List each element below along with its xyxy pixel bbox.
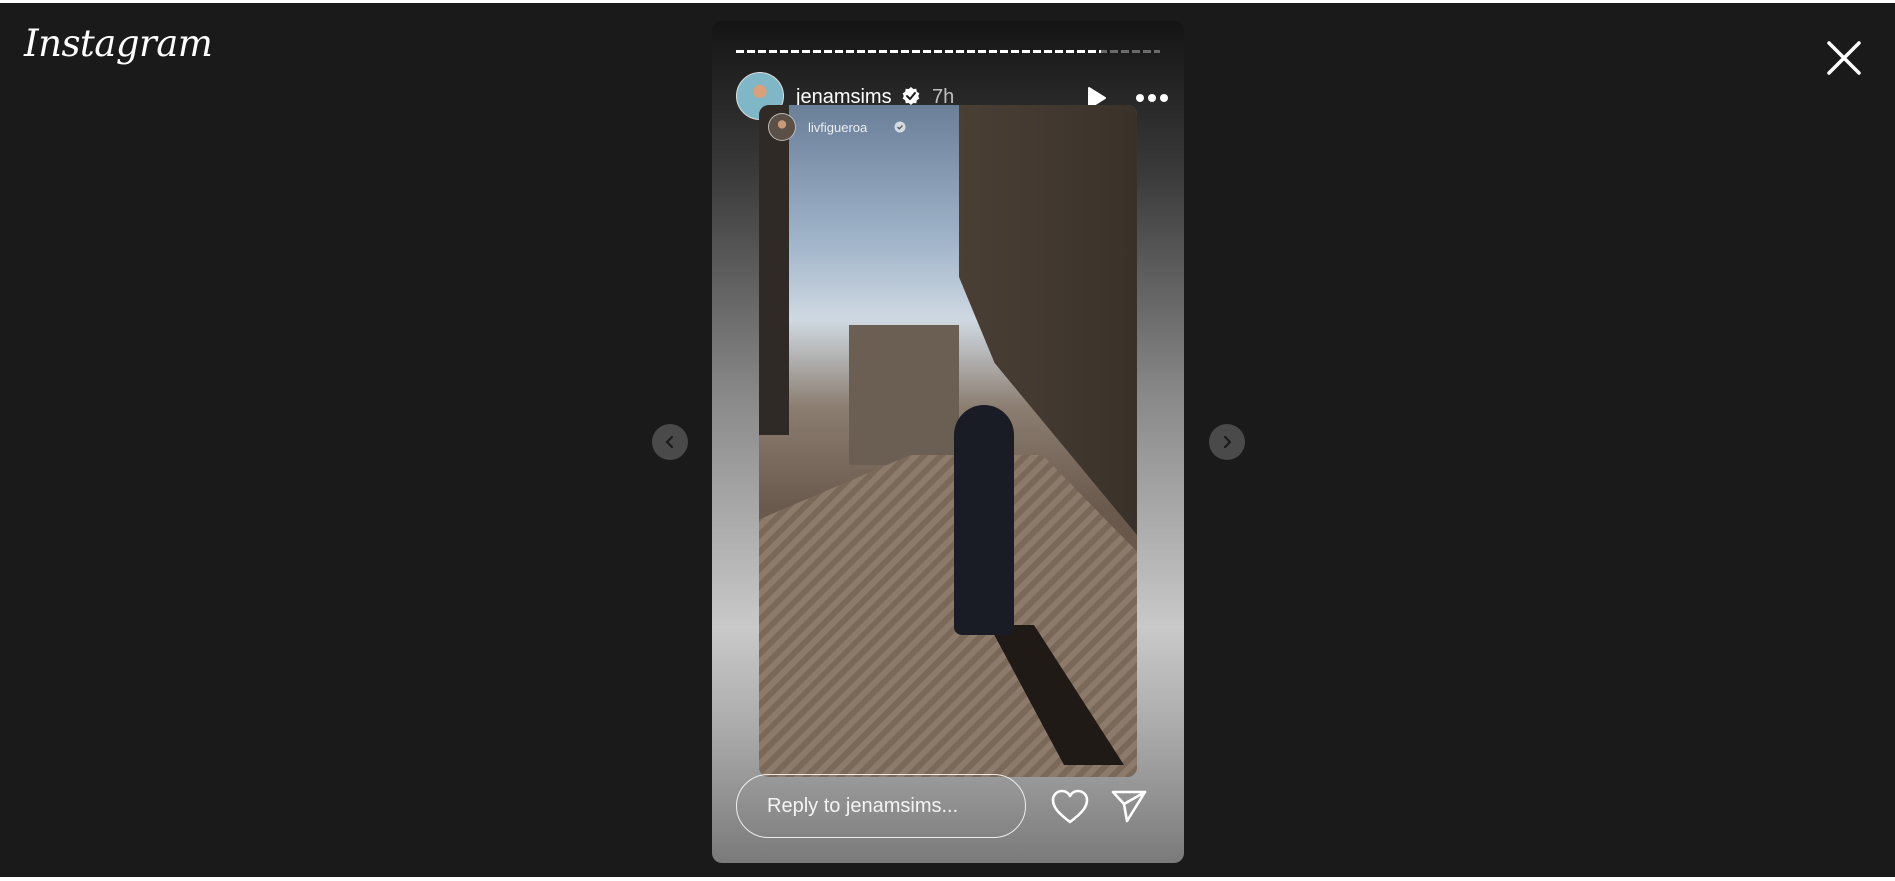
bottom-border (0, 877, 1895, 881)
story-progress-fill (736, 50, 1101, 53)
chevron-left-icon (665, 435, 674, 449)
tagged-username: livfigueroa (808, 120, 868, 135)
more-icon[interactable] (1133, 85, 1171, 111)
send-icon[interactable] (1110, 788, 1148, 824)
story-progress-bar (736, 50, 1160, 53)
chevron-right-icon (1223, 435, 1232, 449)
photo-building-left (759, 105, 789, 435)
photo-building-distant (849, 325, 959, 465)
verified-badge-icon (894, 121, 906, 133)
tagged-avatar (768, 113, 796, 141)
next-story-button[interactable] (1209, 424, 1245, 460)
previous-story-button[interactable] (652, 424, 688, 460)
reply-input[interactable] (736, 774, 1026, 838)
instagram-logo[interactable]: Instagram (24, 22, 213, 65)
heart-icon[interactable] (1050, 788, 1090, 826)
story-photo[interactable] (759, 105, 1137, 777)
top-border (0, 0, 1895, 3)
verified-badge-icon (902, 87, 920, 105)
story-viewer[interactable]: jenamsims 7h livfigueroa (712, 21, 1184, 863)
tagged-account[interactable]: livfigueroa (768, 113, 918, 143)
close-button[interactable] (1822, 36, 1866, 80)
photo-person (954, 405, 1014, 635)
close-icon (1827, 41, 1861, 75)
